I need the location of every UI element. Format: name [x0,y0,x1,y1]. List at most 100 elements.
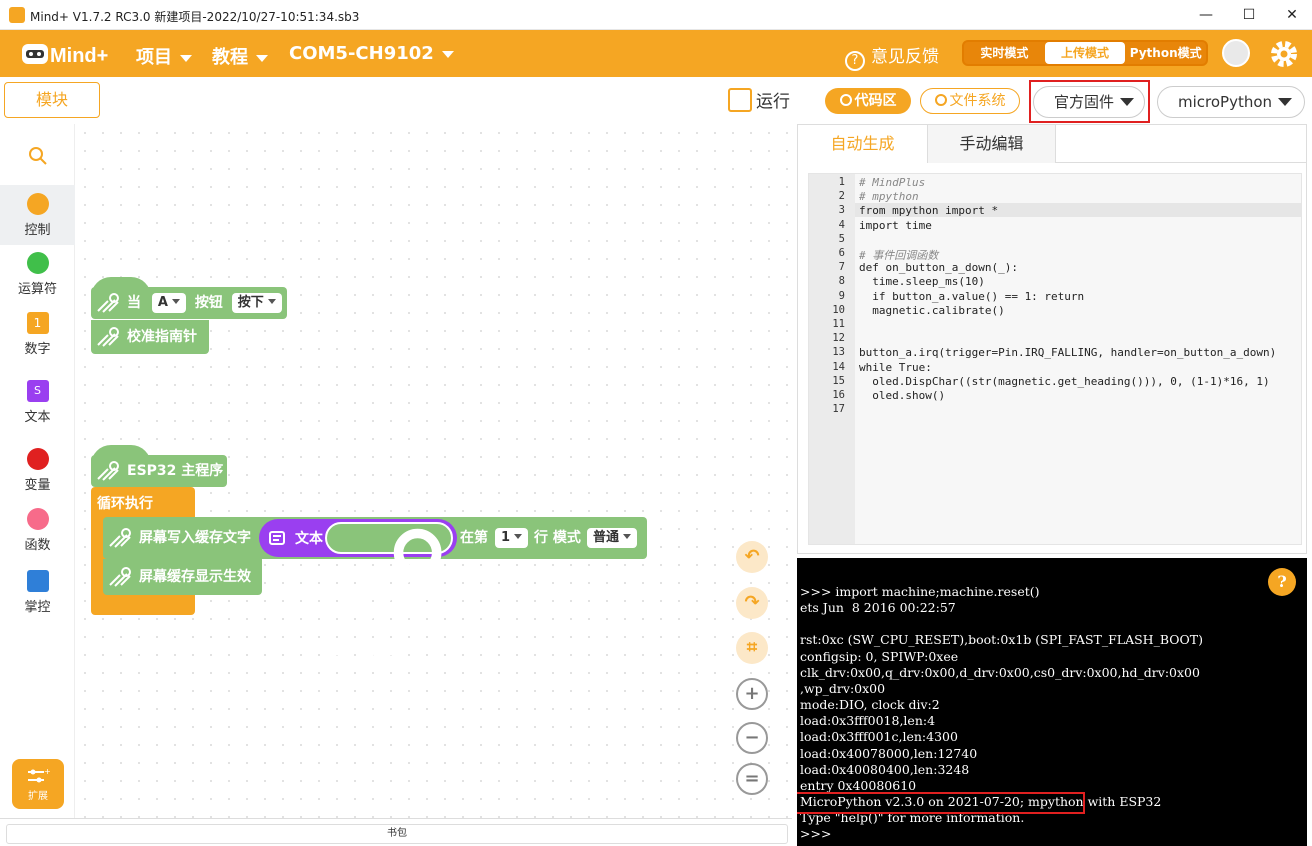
line-number: 17 [832,403,845,416]
code-area-icon [839,94,852,106]
chevron-down-icon [171,299,180,304]
button-value: A [157,295,168,310]
help-button[interactable]: ? [1268,568,1296,596]
button-dropdown[interactable]: A [151,293,186,313]
question-icon: ? [845,51,865,71]
code-line: def on_button_a_down(_): [859,261,1018,275]
code-line: # MindPlus [859,176,926,189]
line-number: 3 [838,204,845,217]
console-line: load:0x3fff0018,len:4 [800,713,936,729]
crop-icon: ⌗ [746,637,758,658]
zoom-in-icon: + [744,683,760,704]
undo-icon: ↶ [744,546,760,567]
category-variable[interactable]: 变量 [0,448,75,504]
control-dot-icon [26,193,49,215]
text-label: 文本 [295,531,323,547]
screen-show-block[interactable]: 屏幕缓存显示生效 [103,559,262,595]
loop-label: 循环执行 [97,496,153,512]
line-number: 9 [838,289,845,302]
language-label: microPython [1178,93,1273,111]
minimize-button[interactable]: — [1186,4,1226,26]
menu-project-label: 项目 [136,47,172,68]
zoom-out-button[interactable]: − [736,722,768,754]
title-bar: Mind+ V1.7.2 RC3.0 新建项目-2022/10/27-10:51… [0,0,1312,30]
row-mode-label: 行 模式 [534,530,581,546]
category-text[interactable]: S 文本 [0,380,75,436]
compass-heading-reporter[interactable]: 指南针方向 [325,522,453,661]
category-board[interactable]: 掌控 [0,570,75,626]
chip-icon [26,570,49,592]
calibrate-compass-block[interactable]: 校准指南针 [91,320,209,354]
code-area-button[interactable]: 代码区 [825,88,911,114]
menu-port[interactable]: COM5-CH9102 [289,43,454,64]
language-select[interactable]: microPython [1157,86,1305,118]
tab-auto-generate[interactable]: 自动生成 [798,125,928,163]
feedback-button[interactable]: ? 意见反馈 [845,42,939,71]
zoom-reset-button[interactable]: = [736,763,768,795]
menu-project[interactable]: 项目 [136,43,192,69]
extensions-button[interactable]: + 扩展 [12,759,64,809]
screen-write-label: 屏幕写入缓存文字 [139,530,251,546]
code-line: import time [859,218,932,232]
mode-dropdown[interactable]: 普通 [587,528,638,548]
code-panel: 自动生成 手动编辑 1 2 3 4 5 6 7 8 9 10 11 12 13 14 15 16 17 # Mi… [797,124,1307,554]
run-button[interactable]: 运行 [728,87,790,112]
when-button-block[interactable]: 当 A 按钮 按下 [91,287,287,319]
serial-console[interactable]: >>> import machine;machine.reset() ets Ju… [797,558,1307,846]
avatar[interactable] [1222,39,1250,67]
console-line: rst:0xc (SW_CPU_RESET),boot:0x1b (SPI_FA… [800,632,1203,648]
category-control[interactable]: 控制 [0,185,75,245]
number-icon: 1 [26,312,49,334]
category-sidebar: 控制 运算符 1 数字 S 文本 变量 函数 掌控 + 扩展 [0,124,75,818]
file-system-button[interactable]: 文件系统 [920,88,1020,114]
firmware-highlight [1029,80,1150,123]
screen-show-label: 屏幕缓存显示生效 [139,569,251,585]
crop-button[interactable]: ⌗ [736,632,768,664]
maximize-button[interactable]: ☐ [1229,4,1269,26]
compass-label: 指南针方向 [327,644,397,661]
zoom-out-icon: − [744,727,760,748]
chevron-down-icon [623,534,632,539]
action-value: 按下 [237,295,264,310]
category-function[interactable]: 函数 [0,508,75,564]
close-button[interactable]: ✕ [1272,4,1312,26]
mode-python[interactable]: Python模式 [1125,42,1206,64]
tab-manual-edit[interactable]: 手动编辑 [928,125,1056,163]
console-line: configsip: 0, SPIWP:0xee [800,648,959,664]
category-number[interactable]: 1 数字 [0,312,75,368]
button-label: 按钮 [194,295,223,311]
category-label: 变量 [24,478,51,493]
zoom-in-button[interactable]: + [736,678,768,710]
search-icon[interactable] [28,146,48,166]
code-line: button_a.irq(trigger=Pin.IRQ_FALLING, ha… [859,346,1277,360]
redo-icon: ↷ [744,592,760,613]
row-dropdown[interactable]: 1 [495,528,529,548]
chevron-down-icon [441,50,454,58]
feedback-label: 意见反馈 [871,47,939,67]
gear-icon[interactable] [1270,40,1298,68]
menu-port-label: COM5-CH9102 [289,43,434,64]
category-operators[interactable]: 运算符 [0,252,75,308]
console-line: load:0x40080400,len:3248 [800,761,970,777]
app-icon [9,7,25,23]
mode-upload[interactable]: 上传模式 [1044,42,1126,64]
esp32-main-block[interactable]: ESP32 主程序 [91,455,227,487]
code-editor[interactable]: 1 2 3 4 5 6 7 8 9 10 11 12 13 14 15 16 17 # MindPlus # mp… [808,173,1302,545]
chevron-down-icon [514,534,523,539]
mode-realtime[interactable]: 实时模式 [964,42,1045,64]
undo-button[interactable]: ↶ [736,541,768,573]
chevron-down-icon [256,54,268,62]
menu-tutorial[interactable]: 教程 [212,43,268,69]
code-line: oled.show() [859,389,946,402]
text-icon [269,531,285,545]
blocks-tab[interactable]: 模块 [4,82,100,118]
backpack-bar: 书包 [0,818,792,846]
code-tabs: 自动生成 手动编辑 [798,125,1306,163]
redo-button[interactable]: ↷ [736,587,768,619]
code-line: # mpython [859,190,919,204]
category-label: 控制 [24,223,51,238]
action-dropdown[interactable]: 按下 [231,293,282,313]
zoom-reset-icon: = [744,768,760,789]
backpack-toggle[interactable]: 书包 [6,824,788,844]
app-header: Mind+ 项目 教程 COM5-CH9102 ? 意见反馈 实时模式 上传模式 … [0,30,1312,77]
